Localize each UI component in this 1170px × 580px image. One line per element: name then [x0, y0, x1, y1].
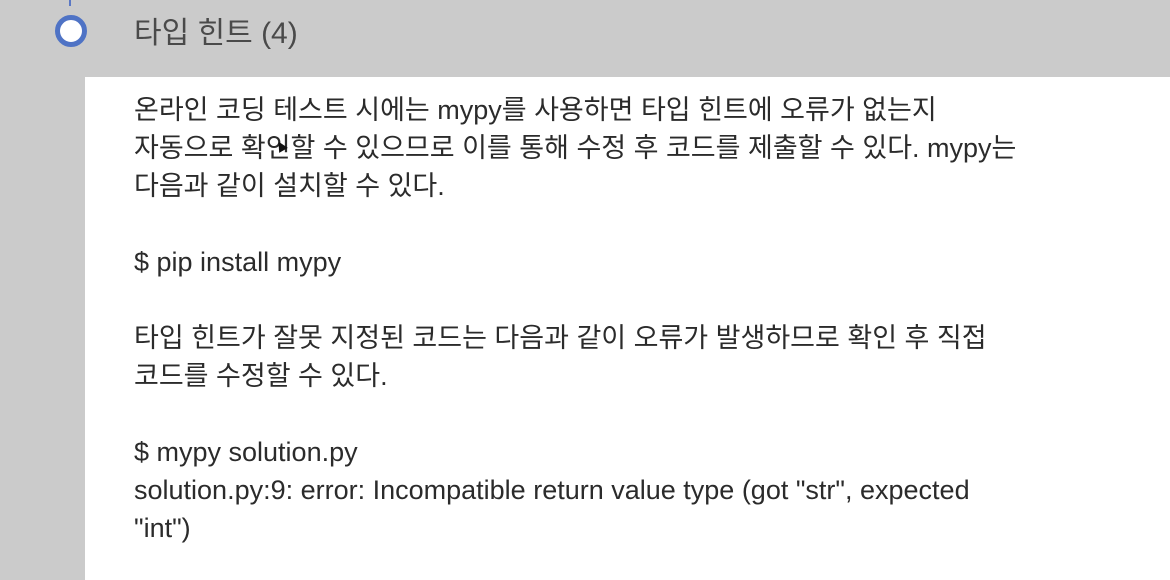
error-output-line: "int")	[134, 513, 191, 543]
paragraph-line: 코드를 수정할 수 있다.	[134, 361, 388, 391]
paragraph-line: 타입 힌트가 잘못 지정된 코드는 다음과 같이 오류가 발생하므로 확인 후 …	[134, 323, 987, 353]
paragraph-line: 자동으로 확인할 수 있으므로 이를 통해 수정 후 코드를 제출할 수 있다.…	[134, 133, 1017, 163]
install-command: $ pip install mypy	[134, 247, 342, 277]
content-panel: 온라인 코딩 테스트 시에는 mypy를 사용하면 타입 힌트에 오류가 없는지…	[85, 77, 1170, 580]
run-command: $ mypy solution.py	[134, 437, 358, 467]
timeline-bullet-icon	[55, 15, 87, 47]
content-body: 온라인 코딩 테스트 시에는 mypy를 사용하면 타입 힌트에 오류가 없는지…	[134, 91, 1164, 547]
paragraph-line: 다음과 같이 설치할 수 있다.	[134, 171, 445, 201]
error-output-line: solution.py:9: error: Incompatible retur…	[134, 475, 970, 505]
timeline-connector	[69, 0, 71, 6]
section-title: 타입 힌트 (4)	[134, 17, 298, 50]
paragraph-line: 온라인 코딩 테스트 시에는 mypy를 사용하면 타입 힌트에 오류가 없는지	[134, 95, 937, 125]
